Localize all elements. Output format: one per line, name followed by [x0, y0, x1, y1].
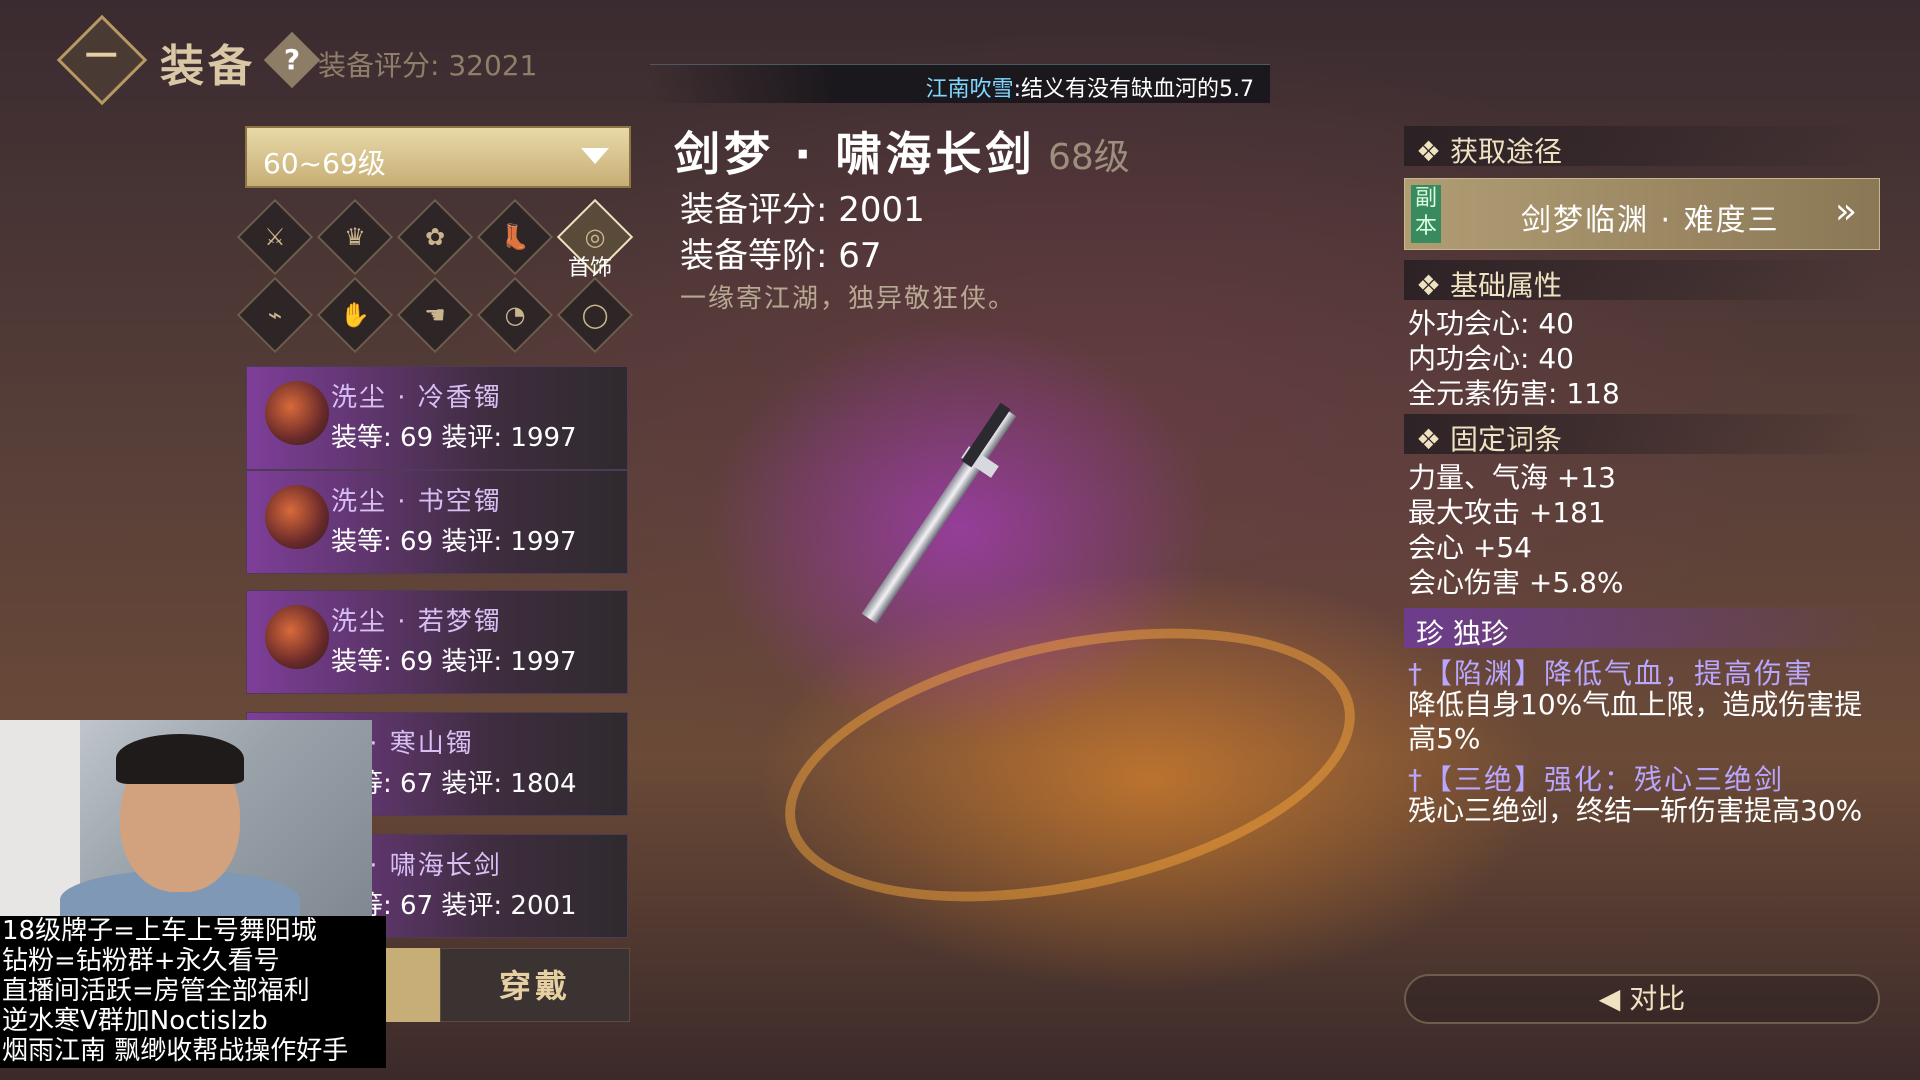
- boots-icon: 👢: [500, 223, 530, 251]
- compare-button[interactable]: ◀ 对比: [1404, 974, 1880, 1024]
- promo-overlay: 18级牌子=上车上号舞阳城 钻粉=钻粉群+永久看号 直播间活跃=房管全部福利 逆…: [0, 916, 386, 1068]
- item-level: 68级: [1048, 137, 1130, 178]
- unique-skill-desc: 降低自身10%气血上限，造成伤害提高5%: [1408, 688, 1863, 755]
- streamer-hair: [116, 734, 244, 784]
- promo-line: 逆水寒V群加Noctislzb: [2, 1006, 268, 1036]
- source-label: 剑梦临渊 · 难度三: [1521, 203, 1780, 238]
- slot-necklace[interactable]: ◯: [556, 276, 634, 354]
- source-link-button[interactable]: 副本 剑梦临渊 · 难度三 »: [1404, 178, 1880, 250]
- promo-line: 直播间活跃=房管全部福利: [2, 976, 310, 1006]
- list-item[interactable]: 洗尘 · 若梦镯 装等: 69 装评: 1997: [246, 590, 628, 694]
- bracer-icon: ⌁: [267, 301, 283, 329]
- item-name: 洗尘 · 若梦镯: [331, 607, 502, 637]
- glow-ring: [760, 582, 1380, 948]
- fixed-attr: 最大攻击 +181: [1408, 496, 1606, 529]
- base-attr-header-label: ❖ 基础属性: [1416, 269, 1563, 302]
- level-range-label: 60~69级: [263, 147, 386, 180]
- list-item[interactable]: 洗尘 · 书空镯 装等: 69 装评: 1997: [246, 470, 628, 574]
- total-equipment-score: 装备评分: 32021: [318, 49, 538, 82]
- base-attr: 全元素伤害: 118: [1408, 377, 1620, 410]
- fixed-attr: 力量、气海 +13: [1408, 461, 1616, 494]
- bracelet-icon: [265, 605, 329, 669]
- wear-button[interactable]: 穿戴: [440, 948, 630, 1022]
- base-attr: 内功会心: 40: [1408, 342, 1574, 375]
- item-stats: 装等: 69 装评: 1997: [331, 647, 577, 677]
- slot-hat[interactable]: ♛: [316, 198, 394, 276]
- slot-boots[interactable]: 👢: [476, 198, 554, 276]
- list-item[interactable]: 洗尘 · 冷香镯 装等: 69 装评: 1997: [246, 366, 628, 470]
- level-range-dropdown[interactable]: 60~69级: [245, 126, 631, 188]
- sword-icon: [861, 406, 1017, 624]
- active-slot-label: 首饰: [568, 256, 613, 281]
- slot-bracer[interactable]: ⌁: [236, 276, 314, 354]
- promo-line: 钻粉=钻粉群+永久看号: [2, 946, 280, 976]
- slot-bow[interactable]: ✿: [396, 198, 474, 276]
- bow-icon: ✿: [424, 223, 446, 251]
- item-stats: 装等: 69 装评: 1997: [331, 423, 577, 453]
- webcam-overlay: [0, 720, 372, 930]
- bracelet-icon: ◔: [504, 301, 526, 329]
- chat-message: :结义有没有缺血河的5.7: [1013, 77, 1254, 102]
- dungeon-tag: 副本: [1411, 185, 1441, 243]
- page-title: 装备: [160, 41, 256, 92]
- item-stats: 装等: 69 装评: 1997: [331, 527, 577, 557]
- item-score: 装备评分: 2001: [680, 190, 925, 230]
- chevron-down-icon: [581, 148, 609, 164]
- fixed-attr: 会心伤害 +5.8%: [1408, 566, 1624, 599]
- item-tier: 装备等阶: 67: [680, 236, 882, 276]
- fixed-attr-header: ❖ 固定词条: [1404, 414, 1880, 456]
- hat-icon: ♛: [344, 223, 366, 251]
- promo-line: 烟雨江南 飘缈收帮战操作好手: [2, 1036, 349, 1066]
- unique-header: 珍 独珍: [1404, 608, 1880, 650]
- item-flavor-text: 一缘寄江湖，独异敬狂侠。: [680, 284, 1017, 314]
- source-header: ❖ 获取途径: [1404, 126, 1880, 168]
- glove-icon: ☚: [424, 301, 446, 329]
- arrow-right-icon: »: [1834, 191, 1857, 232]
- item-title: 剑梦 · 啸海长剑: [674, 127, 1036, 181]
- gauntlet-icon: ✋: [340, 301, 370, 329]
- help-icon: ?: [283, 43, 301, 76]
- fixed-attr: 会心 +54: [1408, 531, 1532, 564]
- help-button[interactable]: ?: [263, 31, 321, 89]
- unique-header-label: 珍 独珍: [1416, 617, 1509, 650]
- sword-icon: ⚔: [264, 223, 286, 251]
- base-attr: 外功会心: 40: [1408, 307, 1574, 340]
- unique-skill-name: †【三绝】强化：残心三绝剑: [1408, 763, 1785, 796]
- bracelet-icon: [265, 485, 329, 549]
- promo-line: 18级牌子=上车上号舞阳城: [2, 916, 317, 946]
- fixed-attr-header-label: ❖ 固定词条: [1416, 423, 1563, 456]
- slot-sword[interactable]: ⚔: [236, 198, 314, 276]
- source-header-label: ❖ 获取途径: [1416, 135, 1563, 168]
- item-name: 洗尘 · 书空镯: [331, 487, 502, 517]
- slot-glove[interactable]: ☚: [396, 276, 474, 354]
- slot-gauntlet[interactable]: ✋: [316, 276, 394, 354]
- chat-sender[interactable]: 江南吹雪: [926, 77, 1014, 102]
- equipment-logo-icon: [56, 14, 148, 106]
- item-name: 洗尘 · 冷香镯: [331, 383, 502, 413]
- slot-bracelet[interactable]: ◔: [476, 276, 554, 354]
- bracelet-icon: [265, 381, 329, 445]
- wear-button-edge: [385, 948, 440, 1022]
- necklace-icon: ◯: [581, 301, 609, 329]
- chat-ticker: 江南吹雪:结义有没有缺血河的5.7: [650, 64, 1270, 103]
- base-attr-header: ❖ 基础属性: [1404, 260, 1880, 302]
- unique-skill-name: †【陷渊】降低气血，提高伤害: [1408, 657, 1815, 690]
- unique-skill-desc: 残心三绝剑，终结一斩伤害提高30%: [1408, 794, 1863, 827]
